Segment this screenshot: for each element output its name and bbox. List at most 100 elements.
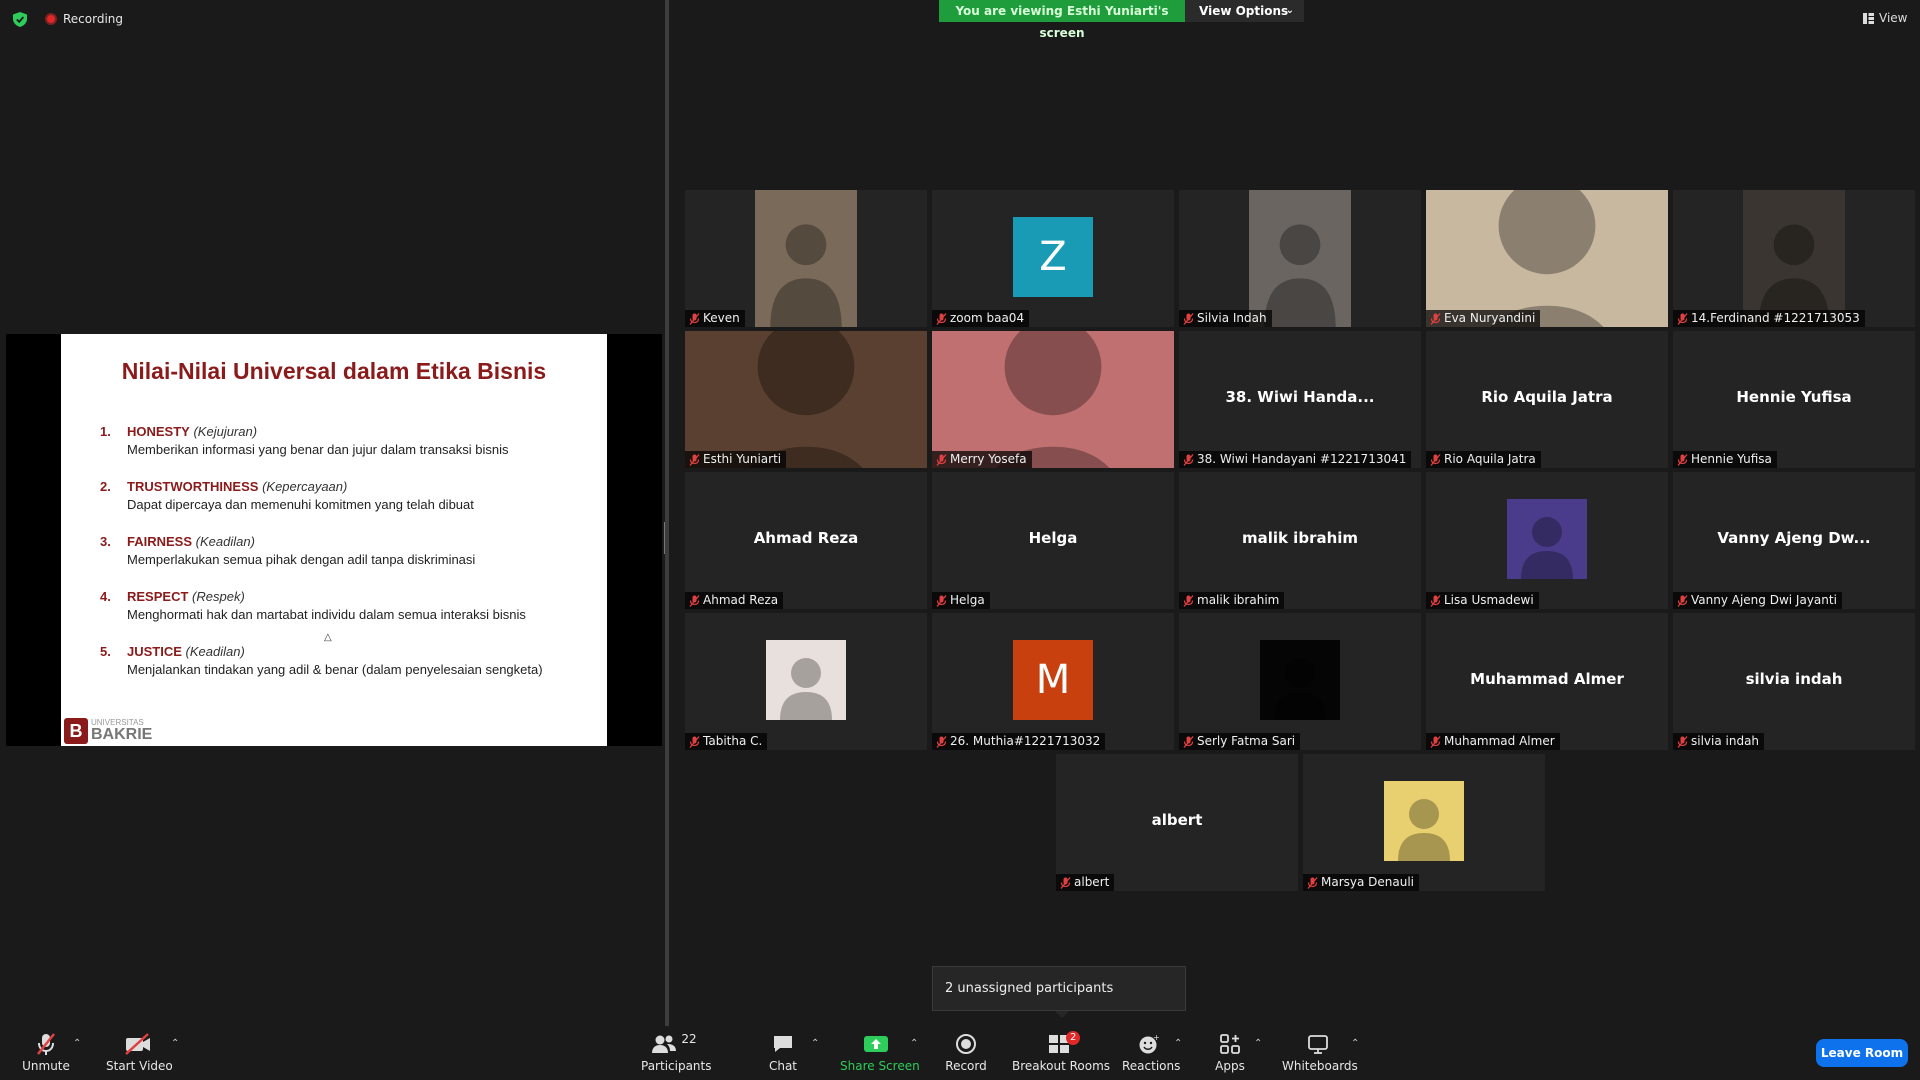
chat-button[interactable]: Chat [763,1031,803,1073]
participant-tile[interactable]: 14.Ferdinand #1221713053 [1673,190,1915,327]
muted-mic-icon [1430,312,1441,325]
participant-tile[interactable]: albert albert [1056,754,1298,891]
participant-tile[interactable]: silvia indah silvia indah [1673,613,1915,750]
chat-label: Chat [768,1059,798,1073]
participant-tile[interactable]: Esthi Yuniarti [685,331,927,468]
person-silhouette-icon [770,224,842,327]
participant-tile[interactable]: Zzoom baa04 [932,190,1174,327]
participant-name: Keven [703,311,740,325]
participant-tile[interactable]: Eva Nuryandini [1426,190,1668,327]
reactions-button[interactable]: + Reactions [1122,1031,1180,1073]
slide-title: Nilai-Nilai Universal dalam Etika Bisnis [121,358,547,384]
participants-icon [652,1035,677,1053]
participant-name: malik ibrahim [1197,593,1280,607]
participant-name-label: zoom baa04 [932,310,1030,327]
slide-item-subtitle: (Respek) [192,589,245,604]
participant-name: Silvia Indah [1197,311,1267,325]
participant-display-name: albert [1151,811,1203,829]
participant-profile-photo [1384,781,1464,861]
person-silhouette-icon [1274,658,1326,720]
breakout-rooms-button[interactable]: 2 Breakout Rooms [1012,1031,1111,1073]
person-silhouette-icon [1758,224,1830,327]
muted-mic-icon [936,312,947,325]
shared-screen-panel: Recording Nilai-Nilai Universal dalam Et… [0,0,665,1026]
video-options-caret-icon[interactable]: ⌃ [171,1038,179,1049]
participant-tile[interactable]: M 26. Muthia#1221713032 [932,613,1174,750]
participant-tile[interactable]: 38. Wiwi Handa... 38. Wiwi Handayani #122… [1179,331,1421,468]
grid-view-icon [1863,12,1874,24]
slide-item-title: TRUSTWORTHINESS [127,479,259,494]
participant-profile-photo [1260,640,1340,720]
muted-mic-icon [936,453,947,466]
muted-mic-icon [689,453,700,466]
participant-tile[interactable]: Keven [685,190,927,327]
breakout-rooms-label: Breakout Rooms [1012,1059,1111,1073]
participant-display-name: silvia indah [1745,670,1843,688]
participant-tile[interactable]: malik ibrahim malik ibrahim [1179,472,1421,609]
muted-mic-icon [1677,453,1688,466]
apps-button[interactable]: Apps [1210,1031,1250,1073]
reactions-options-caret-icon[interactable]: ⌃ [1174,1038,1182,1049]
participant-name-label: Helga [932,592,990,609]
participants-button[interactable]: 22 Participants [641,1031,712,1073]
participant-name: Rio Aquila Jatra [1444,452,1536,466]
participant-name: Serly Fatma Sari [1197,734,1296,748]
slide-item-subtitle: (Kepercayaan) [262,479,348,494]
viewing-screen-banner: You are viewing Esthi Yuniarti's screen [939,0,1185,40]
participant-video-feed [685,331,927,468]
apps-icon [1220,1034,1240,1054]
participant-tile[interactable]: Tabitha C. [685,613,927,750]
share-screen-icon [864,1036,888,1052]
record-button[interactable]: Record [944,1031,988,1073]
participant-tile[interactable]: Rio Aquila Jatra Rio Aquila Jatra [1426,331,1668,468]
whiteboards-options-caret-icon[interactable]: ⌃ [1351,1038,1359,1049]
participant-name-label: Rio Aquila Jatra [1426,451,1541,468]
participant-name-label: Esthi Yuniarti [685,451,787,468]
participant-video-feed [1426,190,1668,327]
participant-name: Helga [950,593,985,607]
participant-name-label: Muhammad Almer [1426,733,1560,750]
muted-mic-icon [1430,594,1441,607]
participant-tile[interactable]: Lisa Usmadewi [1426,472,1668,609]
participant-tile[interactable]: Ahmad Reza Ahmad Reza [685,472,927,609]
video-off-icon [125,1033,150,1055]
apps-options-caret-icon[interactable]: ⌃ [1254,1038,1262,1049]
participant-tile[interactable]: Marsya Denauli [1303,754,1545,891]
slide-item-description: Dapat dipercaya dan memenuhi komitmen ya… [127,497,474,512]
whiteboards-button[interactable]: Whiteboards [1282,1031,1358,1073]
start-video-button[interactable]: Start Video [106,1031,173,1073]
participant-tile[interactable]: Helga Helga [932,472,1174,609]
recording-indicator[interactable]: Recording [45,12,123,26]
participant-name-label: Lisa Usmadewi [1426,592,1539,609]
participant-tile[interactable]: Merry Yosefa [932,331,1174,468]
slide-item-description: Menghormati hak dan martabat individu da… [127,607,526,622]
participant-tile[interactable]: Serly Fatma Sari [1179,613,1421,750]
slide-item-subtitle: (Keadilan) [195,534,255,549]
muted-mic-icon [1677,594,1688,607]
view-button[interactable]: View [1863,11,1907,25]
participant-tile[interactable]: Muhammad Almer Muhammad Almer [1426,613,1668,750]
participant-tile[interactable]: Vanny Ajeng Dw... Vanny Ajeng Dwi Jayanti [1673,472,1915,609]
share-options-caret-icon[interactable]: ⌃ [910,1038,918,1049]
slide-item-description: Memberikan informasi yang benar dan juju… [127,442,509,457]
chat-options-caret-icon[interactable]: ⌃ [811,1038,819,1049]
participant-tile[interactable]: Silvia Indah [1179,190,1421,327]
view-options-dropdown[interactable]: View Options ⌄ [1185,0,1304,22]
apps-label: Apps [1215,1059,1245,1073]
leave-room-button[interactable]: Leave Room [1816,1039,1908,1067]
slide-item-number: 2. [100,479,111,494]
participant-name-label: Marsya Denauli [1303,874,1420,891]
share-screen-button[interactable]: Share Screen [840,1031,920,1073]
participant-name-label: Silvia Indah [1179,310,1272,327]
participant-profile-photo [766,640,846,720]
muted-mic-icon [1430,453,1441,466]
reactions-smiley-icon: + [1139,1033,1160,1054]
unmute-button[interactable]: Unmute [20,1031,72,1073]
start-video-label: Start Video [106,1059,173,1073]
security-shield-icon[interactable] [13,12,27,27]
participant-name: 14.Ferdinand #1221713053 [1691,311,1860,325]
participant-tile[interactable]: Hennie Yufisa Hennie Yufisa [1673,331,1915,468]
participant-name-label: 26. Muthia#1221713032 [932,733,1106,750]
participant-name: Hennie Yufisa [1691,452,1772,466]
audio-options-caret-icon[interactable]: ⌃ [73,1038,81,1049]
